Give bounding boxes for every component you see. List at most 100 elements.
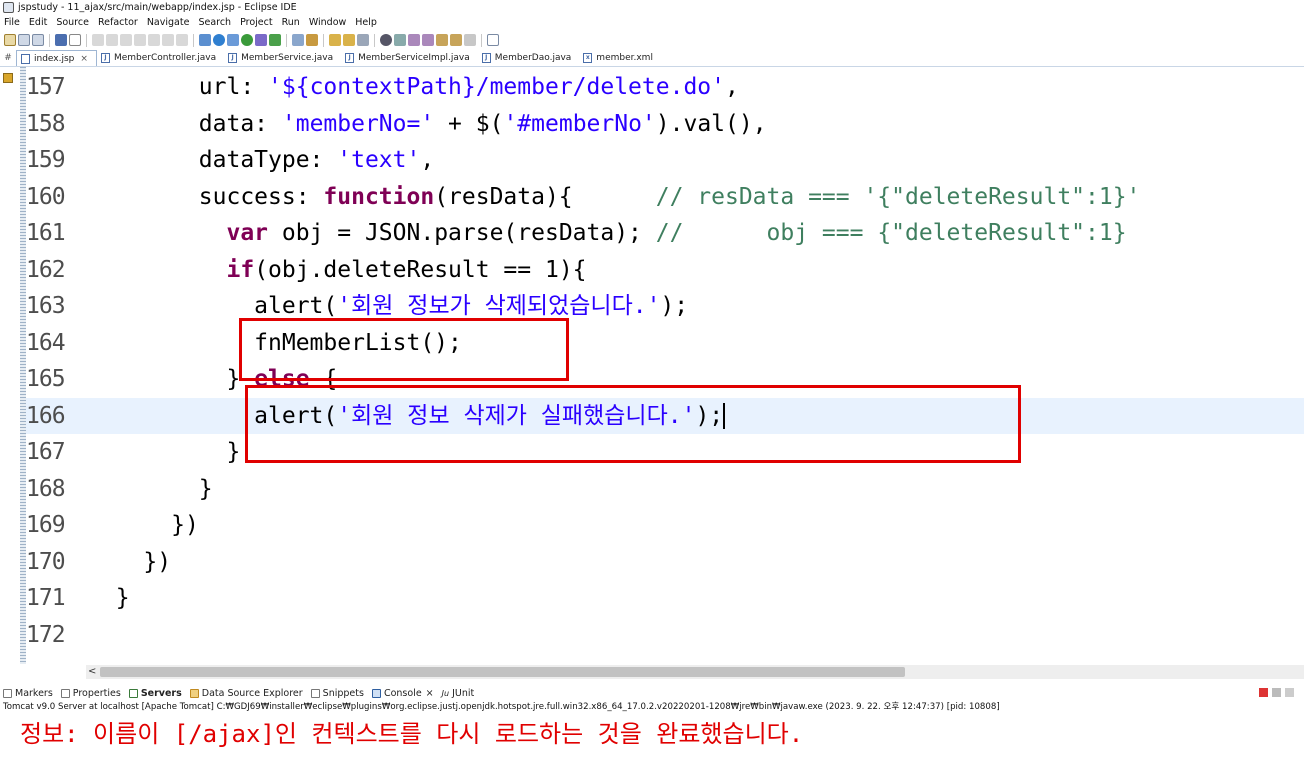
menu-file[interactable]: File — [4, 15, 20, 30]
tab-member-controller[interactable]: J MemberController.java — [97, 50, 224, 66]
line-number: 167 — [26, 439, 66, 465]
code-line[interactable]: 171 } — [26, 580, 1304, 616]
code-string: 'memberNo=' — [281, 110, 435, 137]
remove-all-terminated-icon[interactable] — [1285, 688, 1294, 697]
code-line[interactable]: 163 alert('회원 정보가 삭제되었습니다.'); — [26, 288, 1304, 324]
menu-navigate[interactable]: Navigate — [147, 15, 190, 30]
tab-console[interactable]: Console × — [371, 688, 434, 699]
run-icon[interactable] — [241, 34, 253, 46]
forward-icon[interactable] — [464, 34, 476, 46]
code-line[interactable]: 157 url: '${contextPath}/member/delete.d… — [26, 69, 1304, 105]
code-line[interactable]: 168 } — [26, 471, 1304, 507]
last-edit-icon[interactable] — [436, 34, 448, 46]
terminal-icon[interactable] — [55, 34, 67, 46]
code-line[interactable]: 161 var obj = JSON.parse(resData); // ob… — [26, 215, 1304, 251]
line-number: 170 — [26, 548, 66, 575]
server-icon[interactable] — [213, 34, 225, 46]
bookmark-icon — [3, 73, 13, 83]
open-file-icon[interactable] — [343, 34, 355, 46]
menu-source[interactable]: Source — [56, 15, 89, 30]
save-icon[interactable] — [18, 34, 30, 46]
tab-label: MemberController.java — [113, 53, 217, 63]
pencil-icon[interactable] — [357, 34, 369, 46]
code-string: '${contextPath}/member/delete.do' — [268, 74, 725, 100]
search-icon[interactable] — [394, 34, 406, 46]
suspend-icon[interactable] — [106, 34, 118, 46]
open-folder-icon[interactable] — [329, 34, 341, 46]
step-into-icon[interactable] — [148, 34, 160, 46]
code-line[interactable]: 169 }) — [26, 507, 1304, 543]
eclipse-app-icon — [3, 2, 14, 13]
menu-project[interactable]: Project — [240, 15, 273, 30]
toolbar-separator — [323, 33, 324, 47]
tab-index-jsp[interactable]: index.jsp × — [16, 50, 97, 66]
back-icon[interactable] — [450, 34, 462, 46]
code-editor[interactable]: 157 url: '${contextPath}/member/delete.d… — [0, 67, 1304, 664]
new-class-icon[interactable] — [306, 34, 318, 46]
menu-bar: File Edit Source Refactor Navigate Searc… — [0, 15, 1304, 30]
code-token: data: — [198, 110, 282, 137]
console-process-info: Tomcat v9.0 Server at localhost [Apache … — [3, 702, 1000, 712]
code-string: '회원 정보가 삭제되었습니다.' — [337, 293, 661, 319]
tab-markers[interactable]: Markers — [3, 688, 53, 699]
save-all-icon[interactable] — [32, 34, 44, 46]
close-icon[interactable]: × — [80, 51, 88, 67]
debug-icon[interactable] — [255, 34, 267, 46]
coverage-icon[interactable] — [269, 34, 281, 46]
tab-junit[interactable]: Ju JUnit — [442, 688, 475, 699]
menu-edit[interactable]: Edit — [29, 15, 47, 30]
code-line[interactable]: 160 success: function(resData){ // resDa… — [26, 179, 1304, 215]
tab-properties[interactable]: Properties — [60, 688, 121, 699]
tab-servers[interactable]: Servers — [128, 688, 182, 699]
code-line[interactable]: 170 }) — [26, 544, 1304, 580]
step-over-icon[interactable] — [162, 34, 174, 46]
menu-refactor[interactable]: Refactor — [98, 15, 138, 30]
code-line[interactable]: 159 dataType: 'text', — [26, 142, 1304, 178]
code-line[interactable]: 158 data: 'memberNo=' + $('#memberNo').v… — [26, 106, 1304, 142]
skip-breakpoints-icon[interactable] — [69, 34, 81, 46]
horizontal-scrollbar[interactable]: < — [86, 665, 1304, 679]
step-return-icon[interactable] — [176, 34, 188, 46]
tab-member-dao[interactable]: J MemberDao.java — [478, 50, 580, 66]
line-number: 166 — [26, 402, 66, 429]
menu-search[interactable]: Search — [198, 15, 231, 30]
new-icon[interactable] — [4, 34, 16, 46]
open-perspective-icon[interactable] — [487, 34, 499, 46]
link-icon[interactable] — [199, 34, 211, 46]
code-line[interactable]: 162 if(obj.deleteResult == 1){ — [26, 252, 1304, 288]
tab-data-source-explorer[interactable]: Data Source Explorer — [189, 688, 303, 699]
resume-icon[interactable] — [92, 34, 104, 46]
code-line[interactable]: 164 fnMemberList(); — [26, 325, 1304, 361]
previous-annotation-icon[interactable] — [422, 34, 434, 46]
tab-label: Servers — [140, 688, 182, 699]
terminate-icon[interactable] — [1259, 688, 1268, 697]
tab-snippets[interactable]: Snippets — [310, 688, 364, 699]
line-number: 163 — [26, 293, 66, 319]
scroll-left-icon[interactable]: < — [88, 665, 96, 679]
tab-member-service[interactable]: J MemberService.java — [224, 50, 341, 66]
menu-help[interactable]: Help — [355, 15, 377, 30]
tab-member-xml[interactable]: x member.xml — [579, 50, 661, 66]
scrollbar-thumb[interactable] — [100, 667, 905, 677]
terminate-icon[interactable] — [120, 34, 132, 46]
open-type-icon[interactable] — [227, 34, 239, 46]
close-icon[interactable]: × — [426, 688, 434, 699]
disconnect-icon[interactable] — [134, 34, 146, 46]
new-java-project-icon[interactable] — [292, 34, 304, 46]
next-annotation-icon[interactable] — [408, 34, 420, 46]
tab-member-service-impl[interactable]: J MemberServiceImpl.java — [341, 50, 478, 66]
line-number: 171 — [26, 585, 66, 611]
menu-run[interactable]: Run — [282, 15, 300, 30]
toggle-mark-occurrences-icon[interactable] — [380, 34, 392, 46]
code-line[interactable]: 172 — [26, 617, 1304, 653]
editor-pin-icon[interactable]: # — [0, 50, 16, 66]
menu-window[interactable]: Window — [309, 15, 346, 30]
java-file-icon: J — [481, 53, 491, 63]
remove-launch-icon[interactable] — [1272, 688, 1281, 697]
